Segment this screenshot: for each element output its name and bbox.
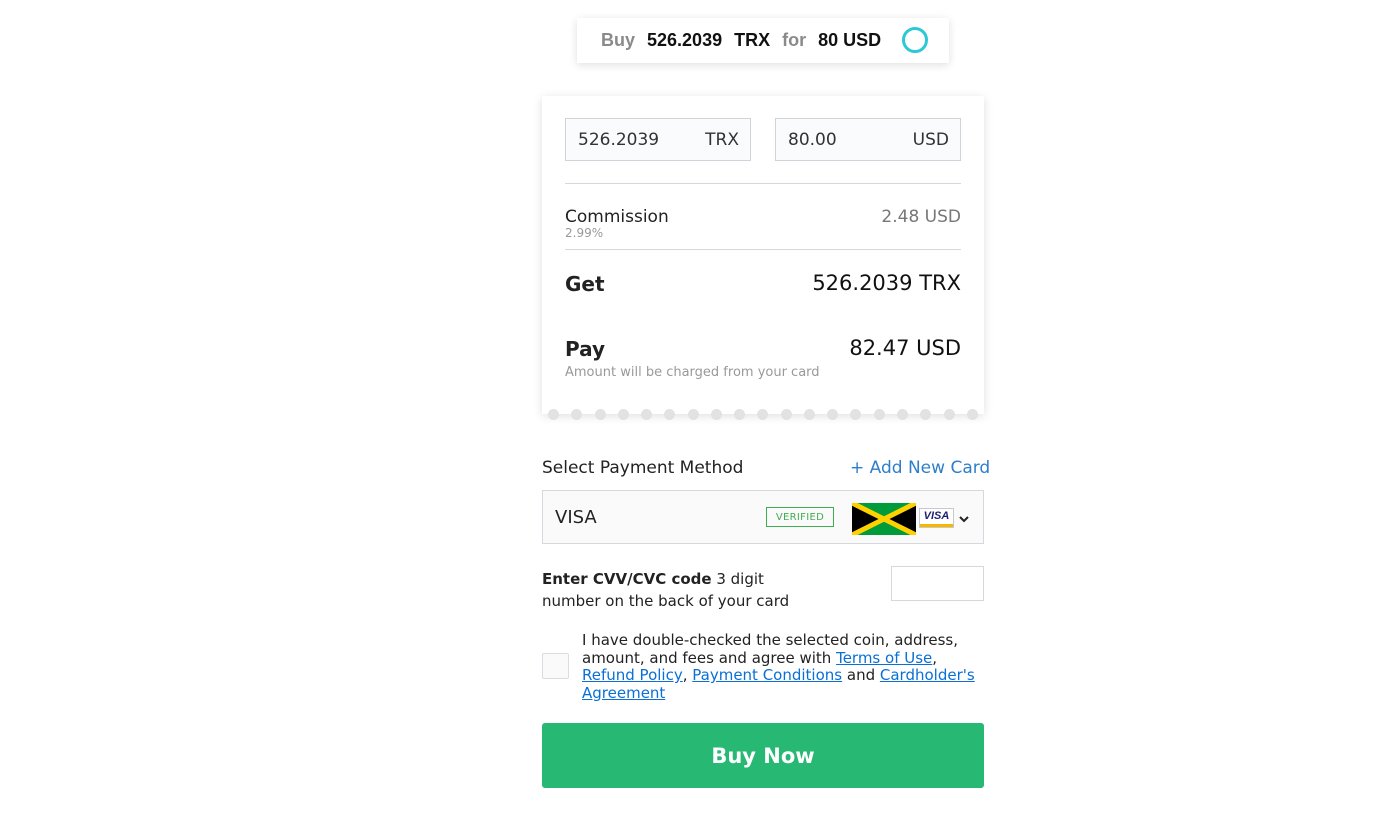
fiat-amount-field[interactable]: USD xyxy=(775,118,961,161)
commission-label: Commission xyxy=(565,207,669,227)
get-label: Get xyxy=(565,272,605,296)
agreement-checkbox[interactable] xyxy=(542,653,569,679)
terms-of-use-link[interactable]: Terms of Use xyxy=(836,649,932,667)
crypto-amount-field[interactable]: TRX xyxy=(565,118,751,161)
verified-badge: VERIFIED xyxy=(766,507,834,527)
fiat-currency-label: USD xyxy=(912,129,949,150)
cvv-label: Enter CVV/CVC code xyxy=(542,570,712,588)
receipt-edge-decoration xyxy=(542,409,984,420)
divider xyxy=(565,249,961,250)
jamaica-flag-icon xyxy=(852,503,916,535)
order-summary-bar: Buy 526.2039 TRX for 80 USD xyxy=(577,18,949,63)
commission-value: 2.48 USD xyxy=(881,207,961,227)
loading-spinner-icon xyxy=(902,27,928,53)
exchange-receipt-card: TRX USD Commission 2.99% 2.48 USD Get 52… xyxy=(542,96,984,420)
divider xyxy=(565,183,961,184)
card-brand-label: VISA xyxy=(555,507,597,528)
agreement-text: I have double-checked the selected coin,… xyxy=(582,631,992,702)
crypto-amount-input[interactable] xyxy=(578,129,688,150)
visa-logo-icon: VISA xyxy=(919,508,954,528)
pay-label: Pay xyxy=(565,337,606,361)
summary-for-label: for xyxy=(782,30,807,50)
payment-conditions-link[interactable]: Payment Conditions xyxy=(692,666,842,684)
crypto-currency-label: TRX xyxy=(705,129,739,150)
agreement-comma: , xyxy=(932,648,938,667)
agreement-and: and xyxy=(842,666,880,684)
fiat-amount-input[interactable] xyxy=(788,129,898,150)
buy-now-button[interactable]: Buy Now xyxy=(542,723,984,788)
chevron-down-icon[interactable] xyxy=(958,513,970,525)
summary-crypto-amount: 526.2039 xyxy=(647,30,723,50)
agreement-comma-2: , xyxy=(682,666,693,684)
commission-rate: 2.99% xyxy=(565,226,604,240)
summary-buy-label: Buy xyxy=(601,30,636,50)
pay-value: 82.47 USD xyxy=(849,336,961,360)
summary-fiat-amount: 80 USD xyxy=(818,30,882,50)
payment-method-title: Select Payment Method xyxy=(542,458,744,478)
cvv-input[interactable] xyxy=(891,566,984,601)
cvv-instructions: Enter CVV/CVC code 3 digit number on the… xyxy=(542,568,822,612)
pay-note: Amount will be charged from your card xyxy=(565,365,820,380)
payment-card-select[interactable]: VISA VERIFIED VISA xyxy=(542,490,984,544)
add-new-card-link[interactable]: + Add New Card xyxy=(850,458,990,478)
refund-policy-link[interactable]: Refund Policy xyxy=(582,666,683,684)
summary-crypto-currency: TRX xyxy=(734,30,771,50)
get-value: 526.2039 TRX xyxy=(812,271,961,295)
